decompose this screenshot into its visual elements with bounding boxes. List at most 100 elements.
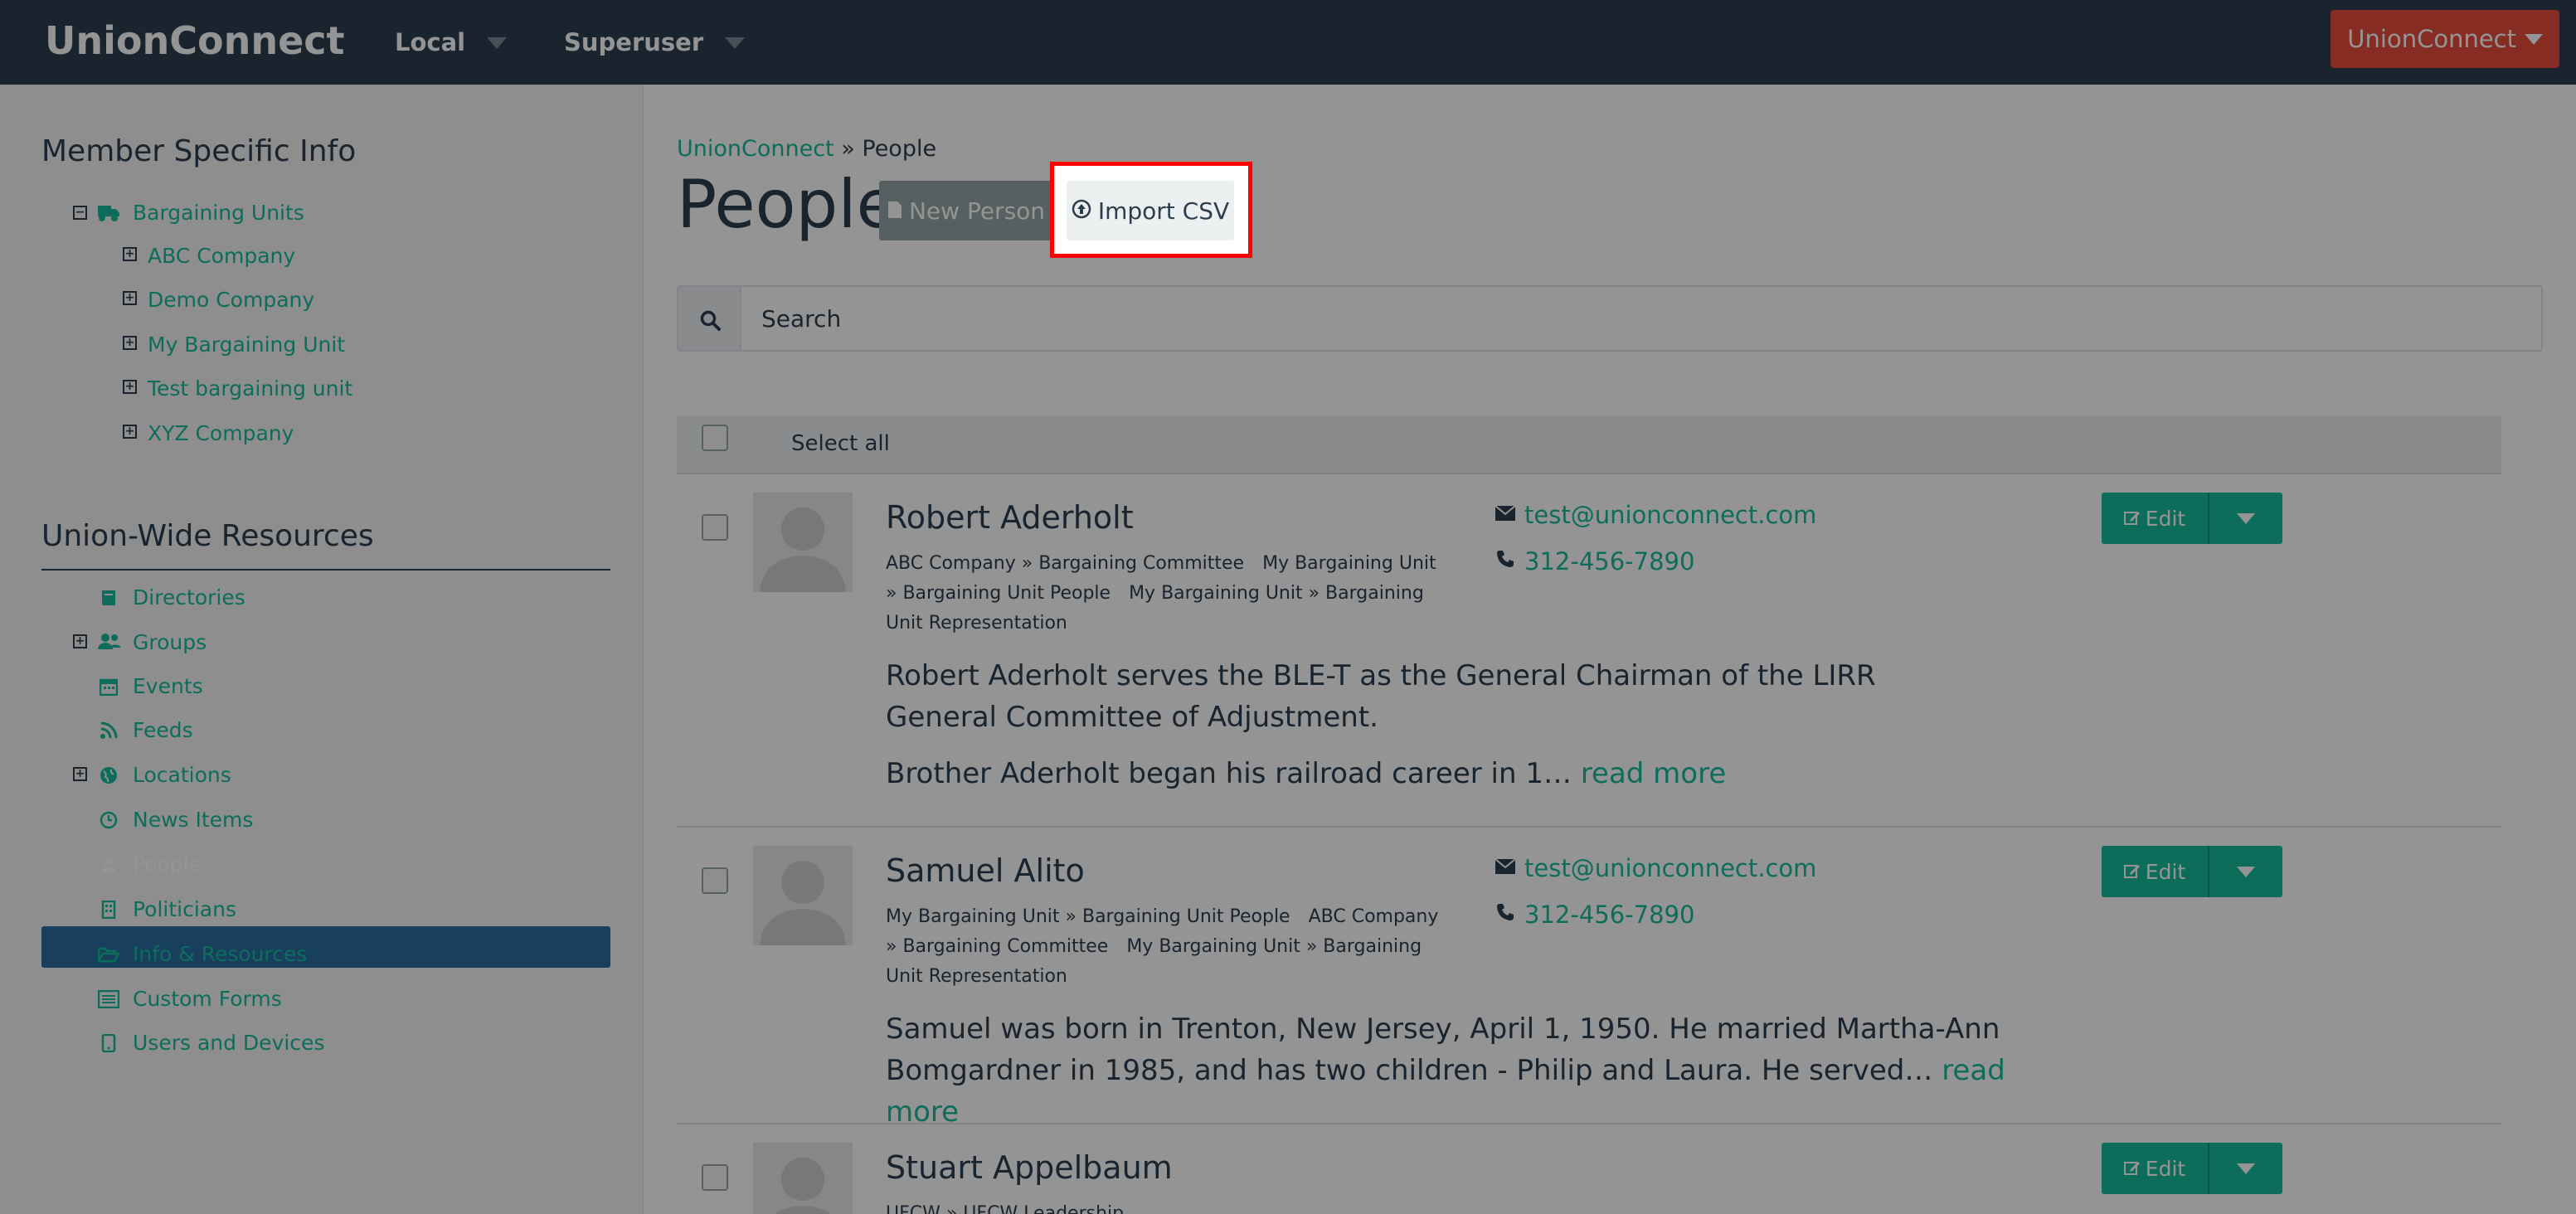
users-icon <box>98 633 121 653</box>
sidebar-unit-test-bargaining-unit[interactable]: Test bargaining unit <box>148 371 352 405</box>
expand-icon[interactable]: + <box>123 425 137 439</box>
tag[interactable]: My Bargaining Unit » Bargaining Unit Peo… <box>886 906 1290 927</box>
edit-button[interactable]: Edit <box>2102 493 2208 544</box>
edit-label: Edit <box>2145 506 2186 531</box>
sidebar-item-news-items[interactable]: News Items <box>133 803 253 836</box>
avatar[interactable] <box>753 846 853 945</box>
person-bio: Robert Aderholt serves the BLE-T as the … <box>886 659 1876 734</box>
building-icon <box>98 900 119 920</box>
person-checkbox[interactable] <box>702 514 728 541</box>
edit-button[interactable]: Edit <box>2102 1143 2208 1194</box>
phone-icon <box>1493 902 1518 927</box>
edit-label: Edit <box>2145 859 2186 884</box>
select-all-checkbox[interactable] <box>702 425 728 451</box>
sidebar-item-directories[interactable]: Directories <box>133 580 245 614</box>
edit-dropdown-toggle[interactable] <box>2208 1143 2282 1194</box>
book-icon <box>98 589 119 609</box>
sidebar-item-custom-forms[interactable]: Custom Forms <box>133 982 282 1015</box>
avatar[interactable] <box>753 1143 853 1214</box>
person-tags: ABC Company » Bargaining Committee My Bar… <box>886 549 1441 639</box>
nav-menu-local[interactable]: Local <box>395 28 508 56</box>
search-addon <box>678 287 741 350</box>
sidebar-item-feeds[interactable]: Feeds <box>133 713 193 746</box>
edit-icon <box>2123 860 2141 884</box>
sidebar-unit-xyz-company[interactable]: XYZ Company <box>148 416 294 449</box>
truck-icon <box>98 204 119 224</box>
sidebar-item-groups[interactable]: Groups <box>133 625 207 658</box>
sidebar-item-events[interactable]: Events <box>133 669 203 702</box>
sidebar-item-politicians[interactable]: Politicians <box>133 892 236 925</box>
expand-icon[interactable]: + <box>123 291 137 305</box>
sidebar-item-locations[interactable]: Locations <box>133 758 231 791</box>
tag[interactable]: ABC Company » Bargaining Committee <box>886 553 1244 574</box>
person-row: Stuart Appelbaum UFCW » UFCW Leadership … <box>677 1124 2501 1214</box>
breadcrumb-separator: » <box>841 136 855 162</box>
expand-icon[interactable]: + <box>73 767 87 781</box>
collapse-icon[interactable]: − <box>73 206 87 220</box>
import-csv-button[interactable]: Import CSV <box>1067 181 1234 240</box>
new-person-button[interactable]: New Person <box>879 181 1053 240</box>
person-checkbox[interactable] <box>702 1164 728 1191</box>
edit-button-group: Edit <box>2102 846 2284 897</box>
sidebar-item-info-resources[interactable]: Info & Resources <box>133 937 307 970</box>
expand-icon[interactable]: + <box>123 336 137 350</box>
edit-button-group: Edit <box>2102 493 2284 544</box>
read-more-link[interactable]: read more <box>1581 757 1726 790</box>
sidebar-active-highlight <box>41 926 610 968</box>
sidebar-item-bargaining-units[interactable]: Bargaining Units <box>133 196 304 229</box>
person-name[interactable]: Stuart Appelbaum <box>886 1149 1173 1186</box>
sidebar-divider <box>41 569 610 571</box>
person-email[interactable]: test@unionconnect.com <box>1493 854 1816 882</box>
expand-icon[interactable]: + <box>123 380 137 394</box>
person-checkbox[interactable] <box>702 867 728 894</box>
file-icon <box>887 197 902 225</box>
person-phone-text: 312-456-7890 <box>1524 547 1695 575</box>
person-name[interactable]: Samuel Alito <box>886 852 1085 889</box>
edit-icon <box>2123 507 2141 531</box>
edit-button[interactable]: Edit <box>2102 846 2208 897</box>
person-bio-more: Brother Aderholt began his railroad care… <box>886 753 1964 794</box>
tablet-icon <box>98 1033 119 1054</box>
person-bio-excerpt: Samuel was born in Trenton, New Jersey, … <box>886 1012 2000 1087</box>
new-person-label: New Person <box>908 197 1046 225</box>
list-alt-icon <box>97 989 120 1010</box>
person-row: Samuel Alito My Bargaining Unit » Bargai… <box>677 828 2501 1129</box>
tag[interactable]: UFCW » UFCW Leadership <box>886 1203 1124 1214</box>
sidebar-unit-my-bargaining-unit[interactable]: My Bargaining Unit <box>148 328 345 361</box>
nav-menu-superuser[interactable]: Superuser <box>564 28 746 56</box>
person-phone[interactable]: 312-456-7890 <box>1493 547 1694 575</box>
sidebar-item-users-devices[interactable]: Users and Devices <box>133 1026 324 1059</box>
account-menu-button[interactable]: UnionConnect <box>2331 10 2559 68</box>
sidebar-item-people[interactable]: People <box>133 847 202 881</box>
search-input[interactable] <box>745 290 2528 347</box>
expand-icon[interactable]: + <box>123 247 137 261</box>
user-icon <box>98 856 119 876</box>
edit-button-group: Edit <box>2102 1143 2284 1194</box>
person-bio: Samuel was born in Trenton, New Jersey, … <box>886 1008 2014 1133</box>
person-phone[interactable]: 312-456-7890 <box>1493 901 1694 929</box>
edit-dropdown-toggle[interactable] <box>2208 846 2282 897</box>
breadcrumb-root-link[interactable]: UnionConnect <box>677 136 834 162</box>
sidebar-unit-demo-company[interactable]: Demo Company <box>148 283 314 316</box>
person-email[interactable]: test@unionconnect.com <box>1493 501 1816 529</box>
avatar[interactable] <box>753 493 853 592</box>
calendar-icon <box>98 677 119 697</box>
edit-dropdown-toggle[interactable] <box>2208 493 2282 544</box>
breadcrumb-current: People <box>862 136 937 162</box>
person-name[interactable]: Robert Aderholt <box>886 499 1134 536</box>
sidebar-unit-abc-company[interactable]: ABC Company <box>148 239 295 272</box>
caret-down-icon <box>725 37 746 49</box>
caret-down-icon <box>2237 1163 2255 1174</box>
person-tags: UFCW » UFCW Leadership <box>886 1199 1441 1214</box>
search-icon <box>700 310 721 331</box>
select-all-label: Select all <box>791 431 890 456</box>
brand-logo[interactable]: UnionConnect <box>45 18 345 63</box>
union-resources-heading: Union-Wide Resources <box>41 519 374 553</box>
person-phone-text: 312-456-7890 <box>1524 901 1695 929</box>
sidebar: Member Specific Info − Bargaining Units … <box>0 85 644 1214</box>
person-email-text: test@unionconnect.com <box>1524 854 1817 882</box>
caret-down-icon <box>487 37 508 49</box>
expand-icon[interactable]: + <box>73 634 87 648</box>
person-bio-excerpt: Brother Aderholt began his railroad care… <box>886 757 1572 790</box>
edit-label: Edit <box>2145 1156 2186 1181</box>
